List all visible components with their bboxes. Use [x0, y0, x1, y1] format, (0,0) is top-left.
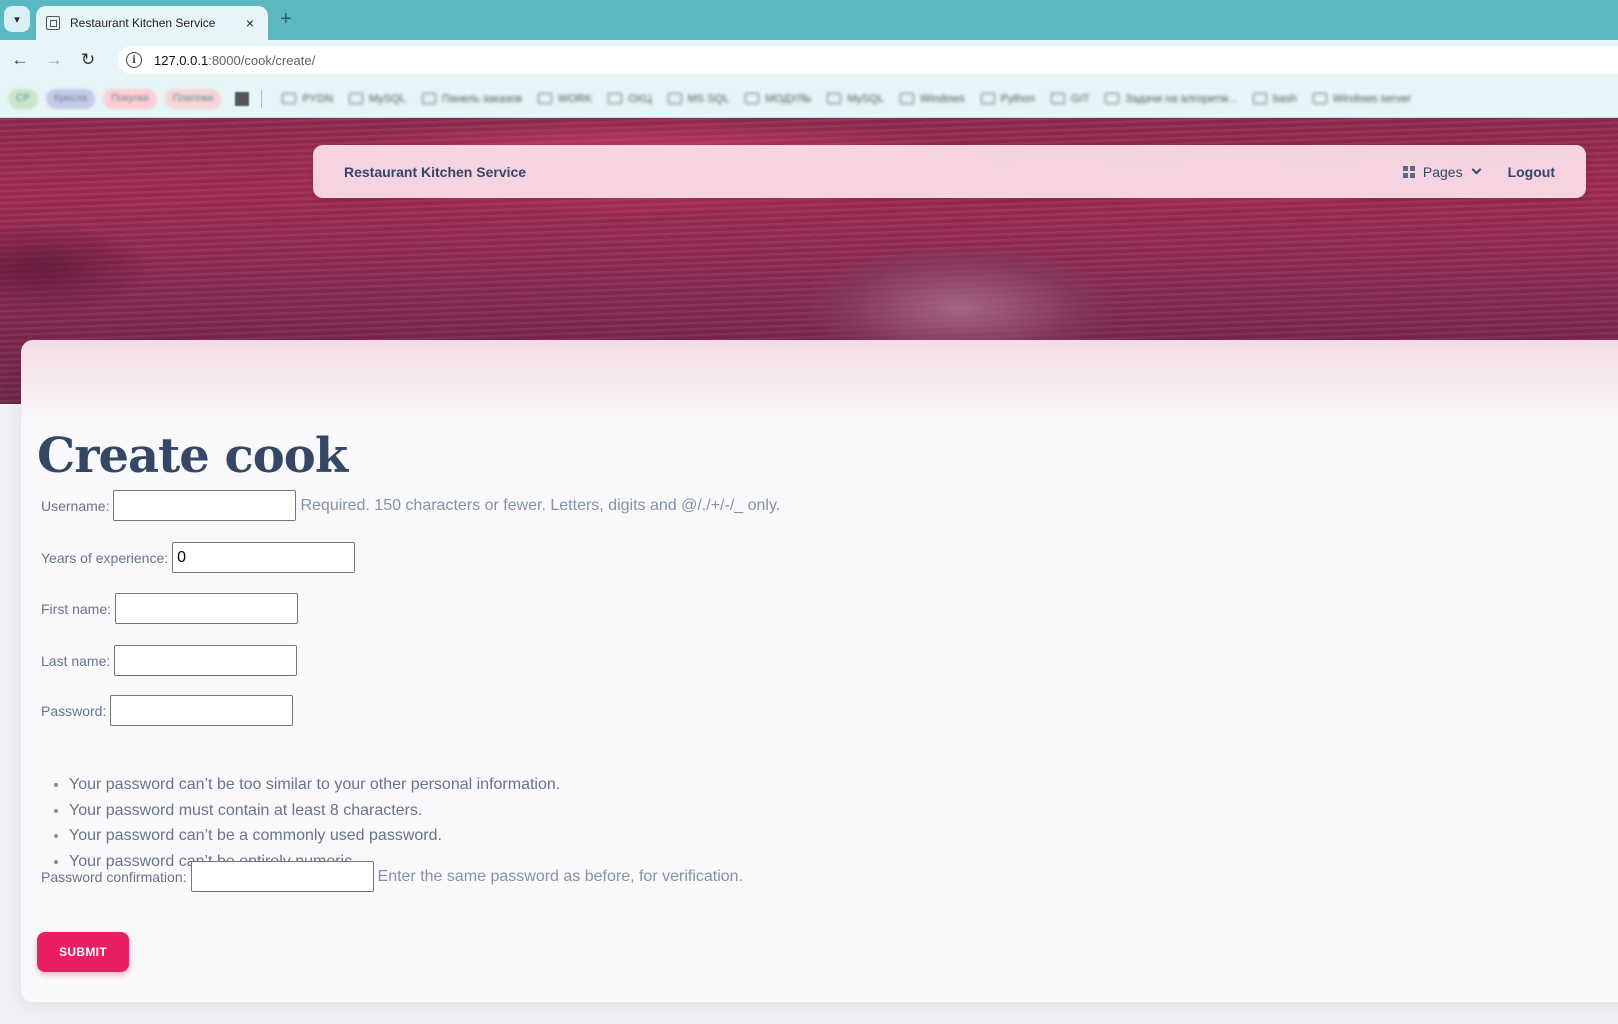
site-favicon-icon [46, 16, 60, 30]
close-tab-icon[interactable]: × [242, 15, 258, 31]
page-title: Create cook [37, 428, 348, 484]
bookmark-folder[interactable]: Windows [900, 93, 965, 105]
top-navbar: Restaurant Kitchen Service Pages Logout [313, 145, 1586, 198]
bookmark-item[interactable]: Покупки [103, 88, 157, 109]
first-name-row: First name: [41, 593, 299, 624]
bookmark-folder[interactable]: ОХЦ [608, 93, 652, 105]
folder-icon [745, 93, 760, 104]
years-of-experience-label: Years of experience: [41, 549, 169, 566]
web-page: Restaurant Kitchen Service Pages Logout … [0, 118, 1618, 1024]
url-input[interactable]: i 127.0.0.1:8000/cook/create/ [118, 46, 1618, 74]
bookmark-folder[interactable]: MySQL [349, 93, 406, 105]
pages-label: Pages [1422, 163, 1463, 180]
password-confirmation-label: Password confirmation: [41, 868, 187, 885]
years-of-experience-input[interactable] [172, 542, 356, 573]
folder-icon [1050, 93, 1065, 104]
years-row: Years of experience: [41, 542, 356, 573]
apps-grid-icon[interactable] [235, 91, 250, 106]
username-input[interactable] [113, 490, 297, 521]
first-name-input[interactable] [115, 593, 299, 624]
reload-icon[interactable]: ↻ [74, 46, 102, 74]
password-rule-item: Your password must contain at least 8 ch… [69, 798, 560, 824]
password-label: Password: [41, 702, 107, 719]
bookmark-folder[interactable]: Windows server [1312, 93, 1411, 105]
password-confirmation-row: Password confirmation: Enter the same pa… [41, 861, 743, 892]
folder-icon [1105, 93, 1120, 104]
bookmark-separator [261, 89, 263, 108]
bookmark-folder[interactable]: МОДУЛЬ [745, 93, 811, 105]
last-name-input[interactable] [114, 645, 298, 676]
folder-icon [1252, 93, 1267, 104]
bookmark-folder[interactable]: Панель заказов [421, 93, 522, 105]
bookmark-folder[interactable]: Python [980, 93, 1035, 105]
address-bar: ← → ↻ i 127.0.0.1:8000/cook/create/ [0, 40, 1618, 80]
tab-title: Restaurant Kitchen Service [70, 16, 216, 30]
folder-icon [667, 93, 682, 104]
bookmark-item[interactable]: Кресла [45, 88, 96, 109]
brand-link[interactable]: Restaurant Kitchen Service [344, 164, 1403, 180]
back-arrow-icon[interactable]: ← [6, 46, 34, 74]
new-tab-button[interactable]: + [280, 8, 292, 30]
password-rule-item: Your password can’t be too similar to yo… [69, 772, 560, 798]
url-host: 127.0.0.1 [154, 52, 209, 68]
browser-tab[interactable]: Restaurant Kitchen Service × [36, 6, 268, 40]
bookmark-item[interactable]: Платежи [164, 88, 222, 109]
folder-icon [537, 93, 552, 104]
folder-icon [980, 93, 995, 104]
logout-link[interactable]: Logout [1508, 164, 1555, 180]
tab-search-button[interactable]: ▾ [4, 6, 30, 32]
forward-arrow-icon[interactable]: → [40, 46, 68, 74]
bookmark-folder[interactable]: MySQL [827, 93, 884, 105]
folder-icon [1312, 93, 1327, 104]
dashboard-grid-icon [1402, 165, 1415, 178]
bookmark-folder[interactable]: WORK [537, 93, 592, 105]
password-confirmation-input[interactable] [190, 861, 374, 892]
folder-icon [282, 93, 297, 104]
browser-tab-strip: ▾ Restaurant Kitchen Service × + [0, 0, 1618, 40]
site-info-icon[interactable]: i [126, 52, 142, 68]
url-path: :8000/cook/create/ [208, 52, 316, 68]
pages-dropdown[interactable]: Pages [1402, 163, 1482, 180]
password-confirmation-help-text: Enter the same password as before, for v… [377, 867, 744, 885]
folder-icon [608, 93, 623, 104]
folder-icon [827, 93, 842, 104]
submit-button[interactable]: SUBMIT [37, 932, 129, 972]
last-name-label: Last name: [41, 652, 111, 669]
password-rules-list: Your password can’t be too similar to yo… [69, 772, 560, 874]
chevron-down-icon [1471, 164, 1482, 175]
form-card: Create cook Username: Required. 150 char… [21, 340, 1618, 1002]
bookmark-folder[interactable]: PYDN [282, 93, 333, 105]
bookmark-item[interactable]: СР [8, 88, 38, 109]
password-row: Password: [41, 695, 294, 726]
bookmark-folder[interactable]: bash [1252, 93, 1297, 105]
folder-icon [421, 93, 436, 104]
folder-icon [900, 93, 915, 104]
password-input[interactable] [110, 695, 294, 726]
bookmark-folder[interactable]: MS SQL [667, 93, 729, 105]
bookmarks-bar: СР Кресла Покупки Платежи PYDN MySQL Пан… [0, 80, 1618, 118]
password-rule-item: Your password can’t be a commonly used p… [69, 823, 560, 849]
username-row: Username: Required. 150 characters or fe… [41, 490, 780, 521]
bookmark-folder[interactable]: GIT [1050, 93, 1089, 105]
first-name-label: First name: [41, 600, 112, 617]
last-name-row: Last name: [41, 645, 298, 676]
username-help-text: Required. 150 characters or fewer. Lette… [300, 496, 781, 514]
bookmark-folder[interactable]: Задачи на алгоритм... [1105, 93, 1237, 105]
username-label: Username: [41, 497, 110, 514]
folder-icon [349, 93, 364, 104]
